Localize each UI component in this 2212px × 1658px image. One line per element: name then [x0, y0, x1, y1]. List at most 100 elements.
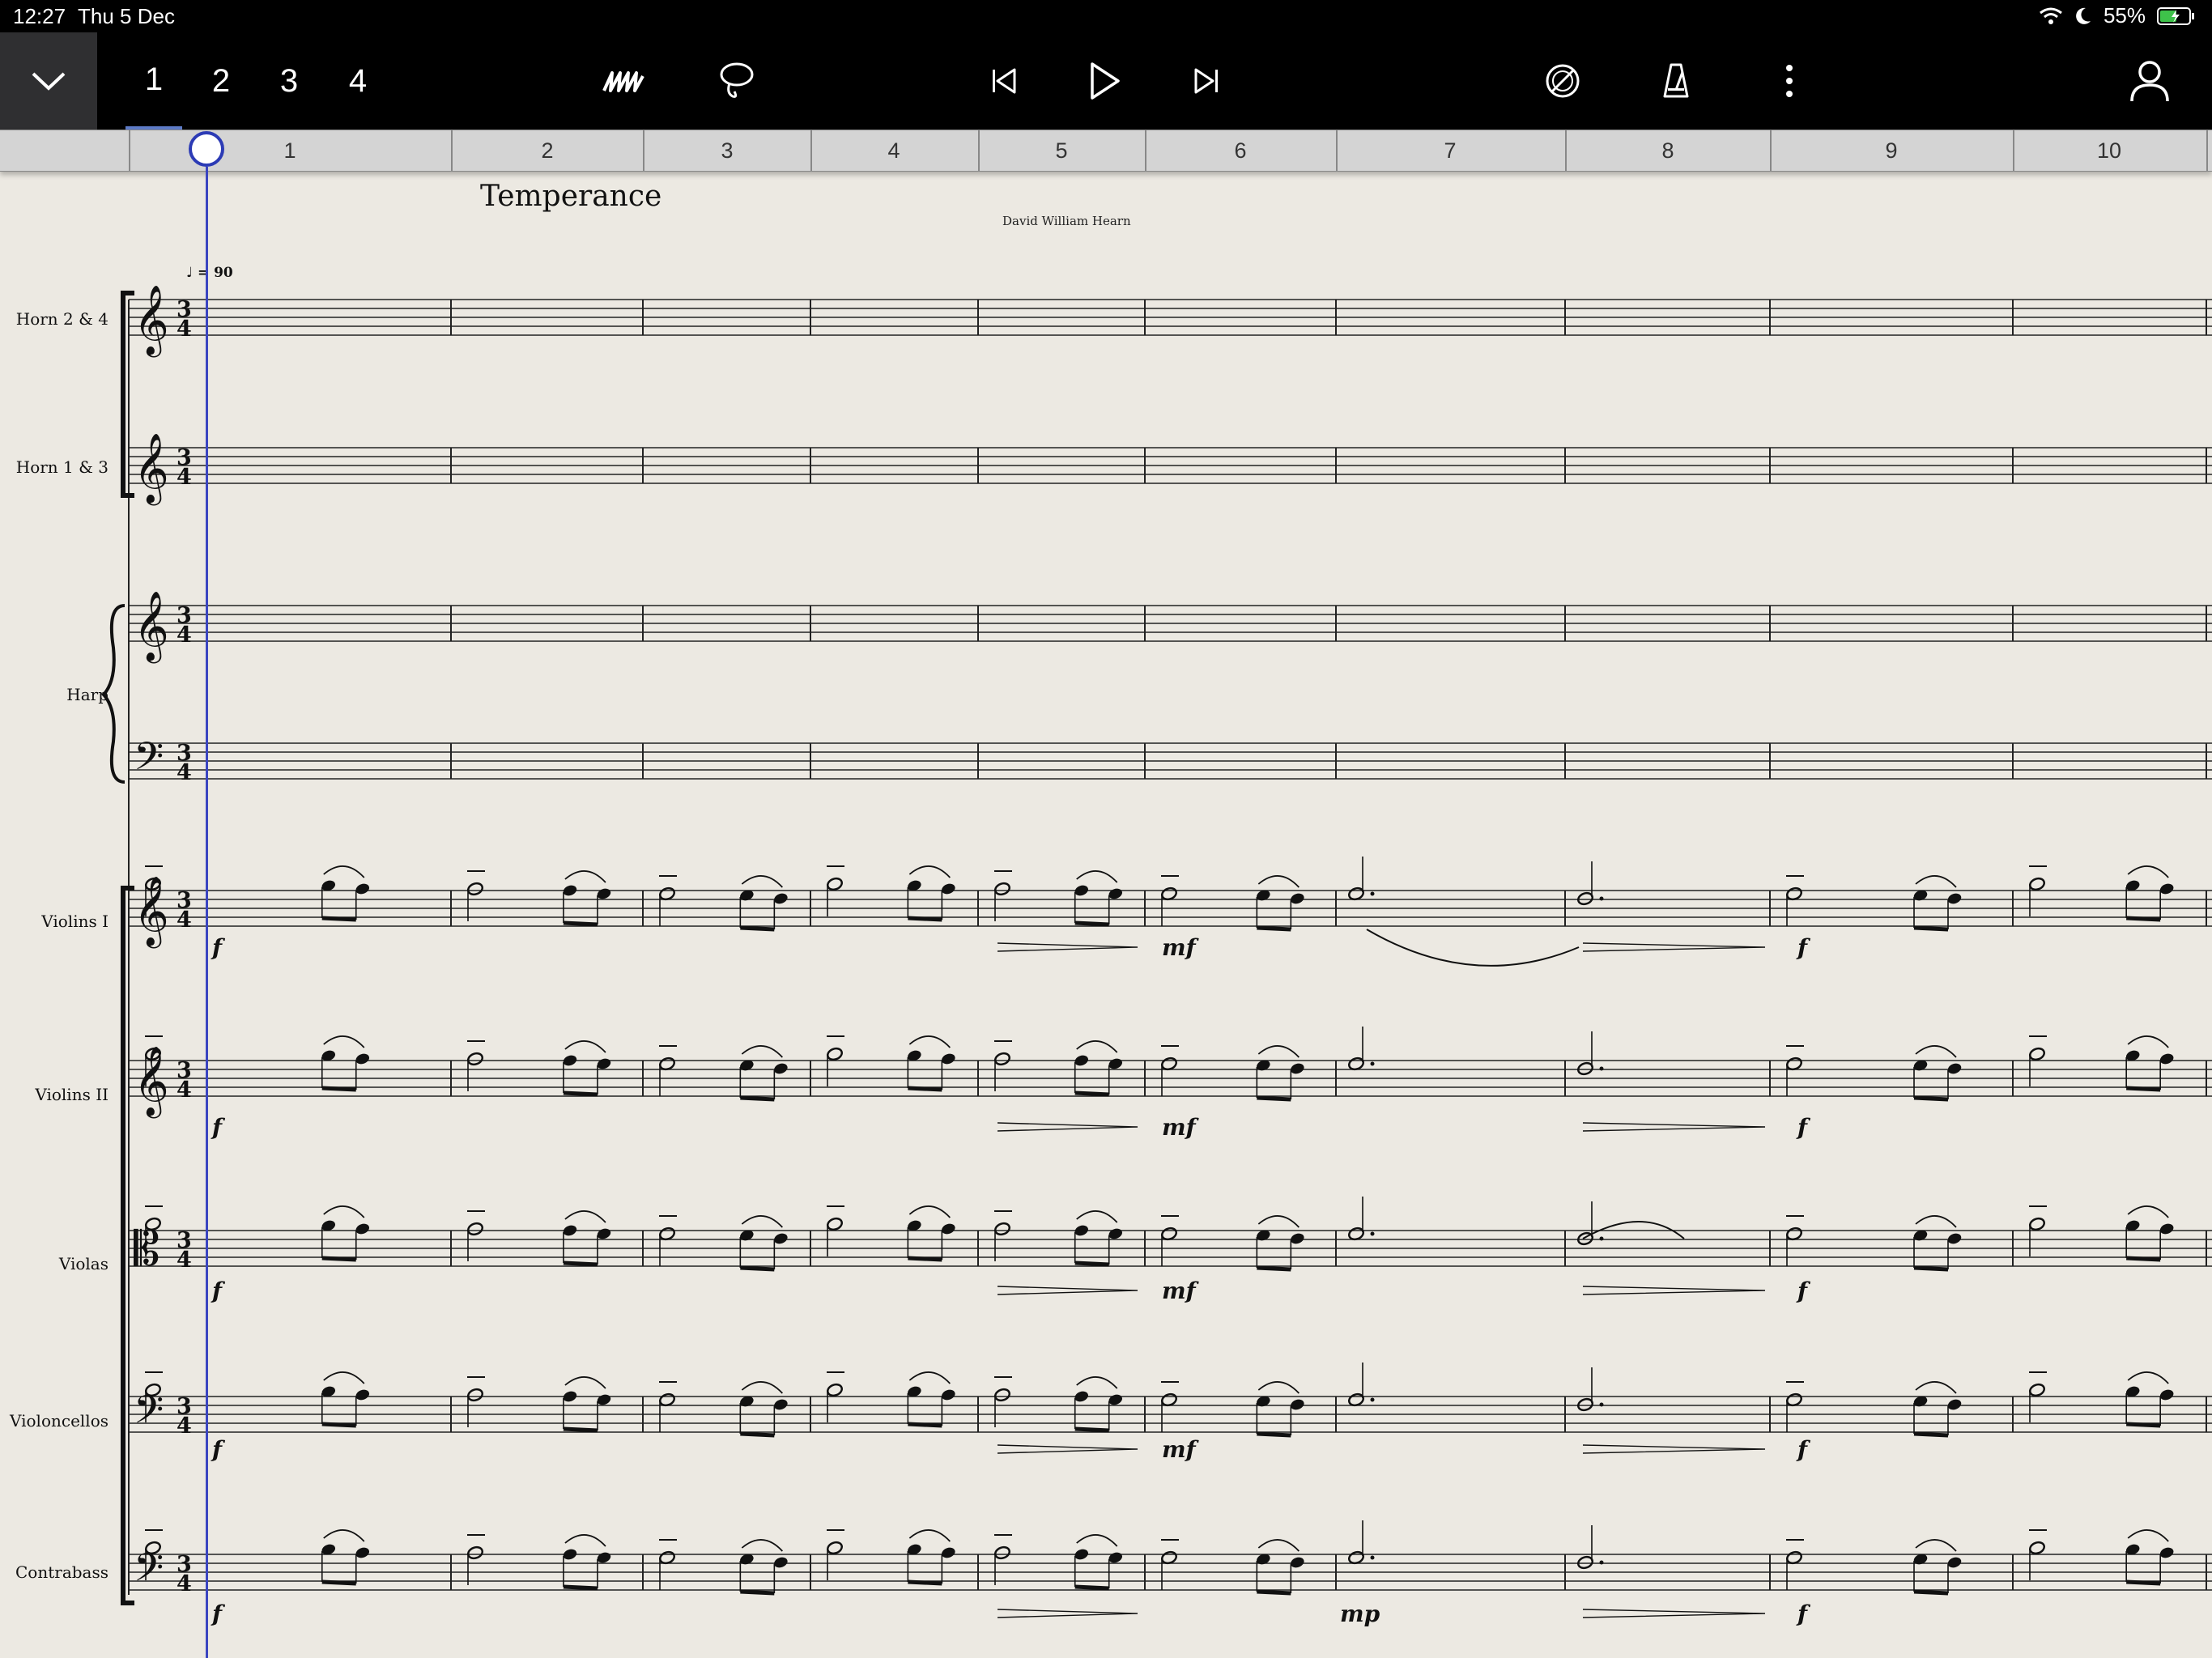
- mixer-button[interactable]: [1530, 49, 1595, 113]
- eighth-note: [355, 1053, 370, 1065]
- dynamic-marking: mf: [1162, 1436, 1200, 1463]
- decrescendo-hairpin: [1582, 1122, 1766, 1132]
- account-icon: [2130, 61, 2169, 102]
- score-canvas[interactable]: 𝄞 34𝄞 34𝄞 34𝄢 34𝄞 34𝄞 34𝄡 34𝄢 34𝄢 34f mf ff mf ff mf ff…: [0, 170, 2212, 1658]
- slur: [1915, 875, 1957, 888]
- eighth-note: [1074, 885, 1088, 896]
- ruler-bar-number[interactable]: 9: [1885, 138, 1897, 164]
- ruler-bar-number[interactable]: 6: [1234, 138, 1246, 164]
- eighth-note: [942, 1547, 955, 1558]
- eighth-note: [1947, 1233, 1962, 1244]
- eighth-note: [597, 1058, 611, 1069]
- eighth-note: [774, 1399, 788, 1410]
- eighth-note: [563, 1549, 577, 1560]
- skip-back-button[interactable]: [972, 49, 1036, 113]
- eighth-note: [774, 1063, 788, 1074]
- eighth-note: [1291, 1233, 1304, 1244]
- slur: [1257, 1045, 1300, 1058]
- eighth-note: [1074, 1549, 1088, 1560]
- ruler-bar-number[interactable]: 3: [721, 138, 733, 164]
- beam: [321, 1086, 356, 1092]
- ruler-bar-number[interactable]: 1: [283, 138, 296, 164]
- slur: [1366, 929, 1580, 967]
- eighth-note: [2159, 1053, 2174, 1065]
- beam: [1913, 1265, 1949, 1272]
- half-note: [2029, 1217, 2045, 1231]
- ruler-bar-number[interactable]: 4: [887, 138, 900, 164]
- ruler-tick: [129, 130, 130, 171]
- ruler-bar-number[interactable]: 5: [1055, 138, 1067, 164]
- eighth-note: [774, 1233, 788, 1244]
- time-signature-denominator: 4: [177, 760, 192, 785]
- eighth-note: [355, 883, 370, 895]
- page-tab-3[interactable]: 3: [261, 32, 317, 130]
- beam: [740, 1431, 775, 1438]
- ruler-tick: [2013, 130, 2014, 171]
- eighth-note: [597, 1394, 611, 1405]
- slur: [564, 1534, 606, 1547]
- eighth-note: [355, 1547, 370, 1558]
- ruler-tick: [1770, 130, 1772, 171]
- slur: [1915, 1381, 1957, 1394]
- beam: [1074, 920, 1109, 927]
- ruler-tick: [451, 130, 453, 171]
- eighth-note: [1074, 1391, 1088, 1402]
- beam: [563, 1261, 598, 1267]
- beam: [2126, 1422, 2161, 1428]
- eighth-note: [1291, 1399, 1304, 1410]
- beam: [908, 1256, 942, 1262]
- eighth-note: [597, 1228, 611, 1239]
- dynamic-marking: f: [1796, 1114, 1811, 1141]
- beam: [1257, 1589, 1291, 1596]
- page-tab-1[interactable]: 1: [125, 32, 182, 130]
- handwriting-button[interactable]: [591, 49, 656, 113]
- status-time: 12:27: [13, 4, 66, 28]
- ruler-bar-number[interactable]: 8: [1661, 138, 1674, 164]
- slur: [908, 1205, 951, 1218]
- beam: [563, 1090, 598, 1097]
- beam: [2126, 1256, 2161, 1262]
- half-note: [2029, 877, 2045, 891]
- half-note: [2029, 1383, 2045, 1397]
- slur: [1076, 870, 1118, 883]
- slur: [1915, 1539, 1957, 1552]
- ruler-bar-number[interactable]: 2: [541, 138, 553, 164]
- metronome-button[interactable]: [1644, 49, 1708, 113]
- beam: [740, 1265, 775, 1272]
- beam: [563, 1426, 598, 1433]
- play-button[interactable]: [1071, 49, 1136, 113]
- eighth-note: [1108, 1058, 1122, 1069]
- ruler-bar-number[interactable]: 10: [2097, 138, 2121, 164]
- beam: [321, 916, 356, 922]
- page-tab-2[interactable]: 2: [193, 32, 249, 130]
- account-button[interactable]: [2117, 49, 2182, 113]
- slur: [323, 1205, 365, 1218]
- more-options-button[interactable]: [1757, 49, 1822, 113]
- dot: [1599, 1236, 1604, 1241]
- beam: [908, 1422, 942, 1428]
- eighth-note: [1074, 1055, 1088, 1066]
- more-icon: [1786, 65, 1793, 97]
- bar-ruler[interactable]: 1 2 3 4 5 6 7 8 9 10: [0, 130, 2212, 172]
- beam: [1074, 1261, 1109, 1267]
- lasso-button[interactable]: [704, 49, 769, 113]
- ruler-tick: [1145, 130, 1146, 171]
- half-note: [994, 1545, 1010, 1560]
- slur: [1076, 1040, 1118, 1053]
- beam: [908, 1579, 942, 1586]
- slur: [323, 1035, 365, 1048]
- eighth-note: [1947, 1399, 1962, 1410]
- ruler-tick: [2206, 130, 2208, 171]
- dot: [1370, 1397, 1375, 1402]
- playhead-handle[interactable]: [189, 131, 224, 167]
- skip-forward-button[interactable]: [1174, 49, 1239, 113]
- time-signature-denominator: 4: [177, 317, 192, 342]
- beam: [321, 1579, 356, 1586]
- eighth-note: [1108, 1228, 1122, 1239]
- page-tab-4[interactable]: 4: [330, 32, 386, 130]
- dynamic-marking: f: [211, 1278, 226, 1304]
- decrescendo-hairpin: [1582, 1444, 1766, 1454]
- eighth-note: [1108, 1552, 1122, 1563]
- collapse-toolbar-button[interactable]: [0, 32, 97, 130]
- ruler-bar-number[interactable]: 7: [1444, 138, 1456, 164]
